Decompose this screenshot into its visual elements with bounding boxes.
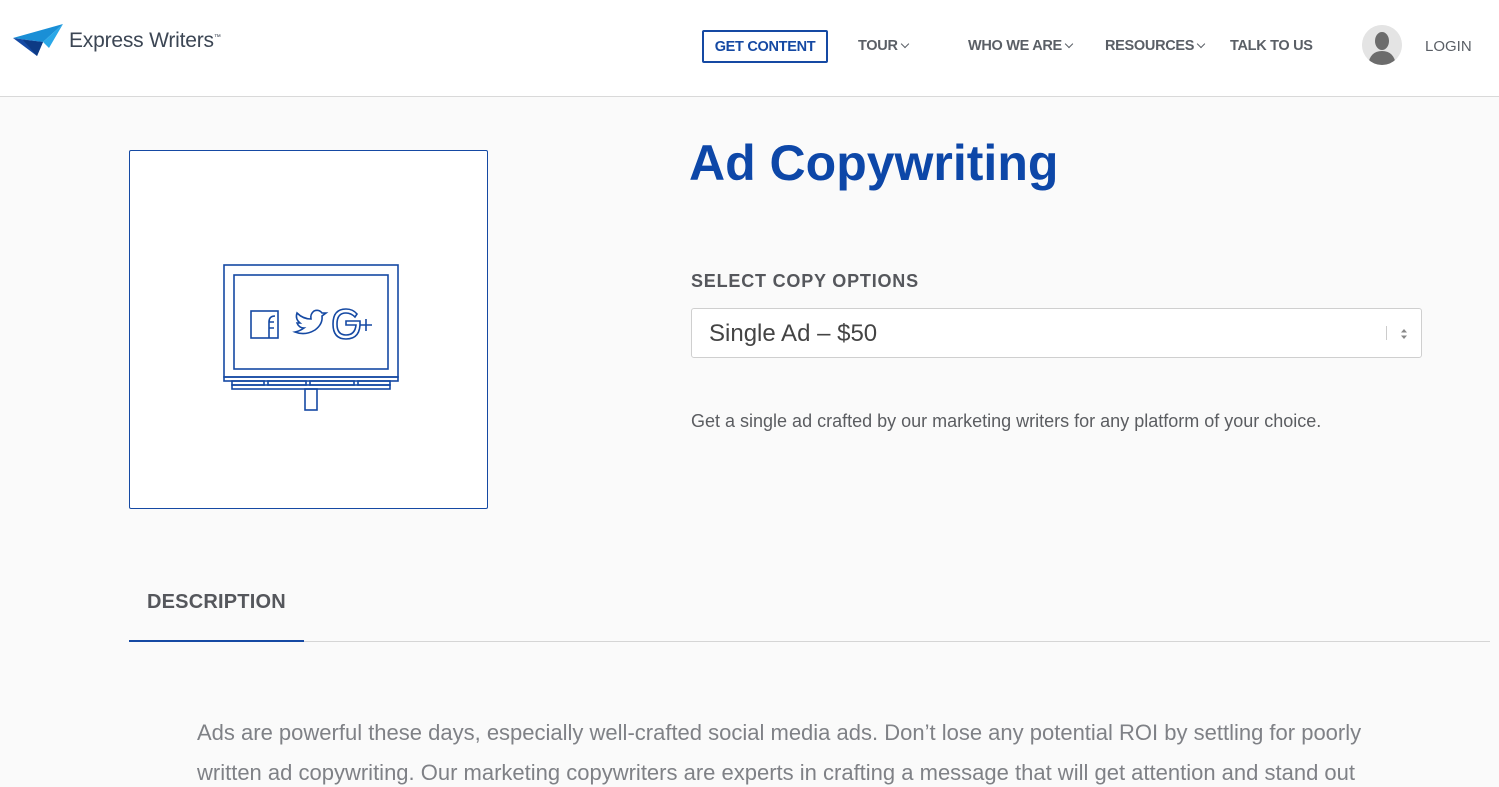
nav-who-we-are[interactable]: WHO WE ARE [968,38,1074,54]
select-arrows-icon [1401,329,1407,339]
nav-who-we-are-label: WHO WE ARE [968,38,1062,54]
description-line: Ads are powerful these days, especially … [197,720,1362,745]
nav-talk-to-us[interactable]: TALK TO US [1230,38,1313,54]
copy-options-select[interactable]: Single Ad – $50 [691,308,1422,358]
get-content-button[interactable]: GET CONTENT [702,30,828,63]
description-body: Ads are powerful these days, especially … [197,713,1397,787]
site-header: Express Writers™ GET CONTENT TOUR WHO WE… [0,0,1499,97]
logo[interactable]: Express Writers™ [13,24,221,56]
select-copy-options-label: SELECT COPY OPTIONS [691,271,919,291]
nav-resources[interactable]: RESOURCES [1105,38,1206,54]
tabs-divider [129,641,1490,642]
user-avatar-icon[interactable] [1362,25,1402,65]
facebook-icon [250,310,279,339]
description-line: written ad copywriting. Our marketing co… [197,760,1356,785]
select-value: Single Ad – $50 [709,320,878,347]
billboard-icon [223,264,399,411]
nav-tour[interactable]: TOUR [858,38,909,54]
nav-talk-to-us-label: TALK TO US [1230,38,1313,54]
nav-resources-label: RESOURCES [1105,38,1195,54]
product-image [129,150,488,509]
chevron-down-icon [900,39,909,49]
product-title: Ad Copywriting [689,135,1059,191]
paper-plane-logo-icon [13,24,63,56]
tab-description[interactable]: DESCRIPTION [129,589,304,642]
login-link[interactable]: LOGIN [1425,38,1472,55]
select-divider [1386,326,1387,340]
twitter-icon [292,309,329,335]
chevron-down-icon [1196,39,1206,49]
google-plus-icon [332,308,372,340]
tab-description-label: DESCRIPTION [147,591,286,613]
logo-text: Express Writers™ [69,29,221,52]
chevron-down-icon [1064,39,1074,49]
product-short-description: Get a single ad crafted by our marketing… [691,411,1322,431]
nav-tour-label: TOUR [858,38,898,54]
